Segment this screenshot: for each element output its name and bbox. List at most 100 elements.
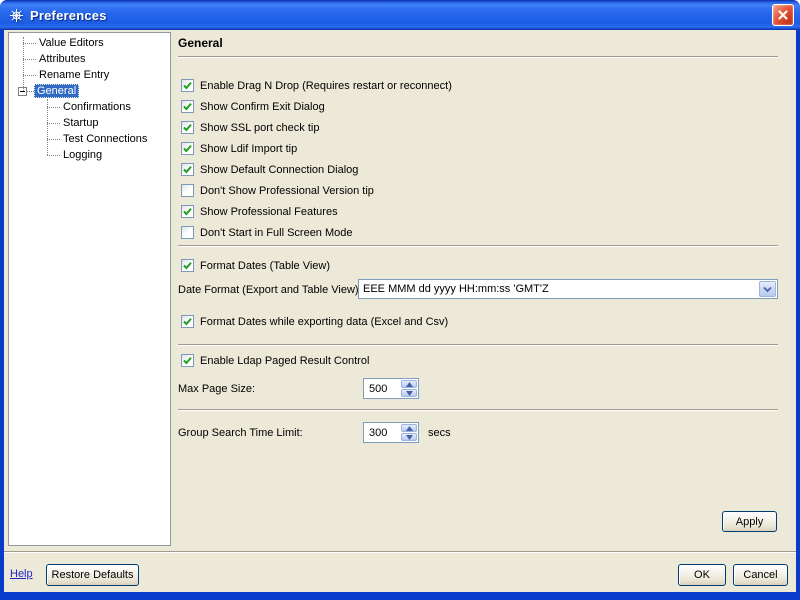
titlebar: Preferences	[0, 0, 800, 30]
tree-item[interactable]: Confirmations	[9, 99, 170, 115]
arrow-up-icon	[406, 426, 413, 431]
spinner-value[interactable]: 500	[364, 379, 400, 398]
checkbox-row: Show Default Connection Dialog	[181, 159, 452, 180]
apply-button[interactable]: Apply	[722, 511, 777, 532]
tree-connector	[47, 155, 60, 156]
spinner-buttons	[401, 380, 417, 397]
check-icon	[182, 80, 193, 91]
checkbox-row: Show SSL port check tip	[181, 117, 452, 138]
tree-item[interactable]: Attributes	[9, 51, 170, 67]
spinner-value[interactable]: 300	[364, 423, 400, 442]
tree-item[interactable]: Test Connections	[9, 131, 170, 147]
help-link[interactable]: Help	[10, 568, 33, 580]
export-dates-row: Format Dates while exporting data (Excel…	[181, 311, 448, 332]
max-page-size-label: Max Page Size:	[178, 382, 255, 396]
ok-button[interactable]: OK	[678, 564, 726, 586]
tree-item-label[interactable]: Attributes	[36, 52, 88, 66]
section-separator	[178, 344, 778, 346]
checkbox-row: Enable Drag N Drop (Requires restart or …	[181, 75, 452, 96]
checkbox-label: Enable Ldap Paged Result Control	[200, 354, 369, 368]
checkbox-label: Don't Show Professional Version tip	[200, 185, 374, 197]
secs-unit-label: secs	[428, 426, 451, 440]
tree-item-label[interactable]: Startup	[60, 116, 101, 130]
tree-connector	[23, 43, 36, 44]
combobox-value: EEE MMM dd yyyy HH:mm:ss 'GMT'Z	[359, 283, 759, 295]
tree-item-label[interactable]: Rename Entry	[36, 68, 112, 82]
tree-item[interactable]: General	[9, 83, 170, 99]
tree-item[interactable]: Logging	[9, 147, 170, 163]
checkbox-label: Show Professional Features	[200, 206, 338, 218]
check-icon	[182, 101, 193, 112]
check-icon	[182, 206, 193, 217]
tree-item-label[interactable]: Logging	[60, 148, 105, 162]
settings-tree: Value Editors Attributes Rename Entry Ge…	[9, 33, 170, 163]
format-dates-row: Format Dates (Table View)	[181, 255, 330, 276]
tree-rail	[47, 99, 48, 155]
paged-result-checkbox[interactable]	[181, 354, 194, 367]
window-title: Preferences	[30, 8, 107, 23]
checkbox-row: Don't Show Professional Version tip	[181, 180, 452, 201]
tree-connector	[23, 59, 36, 60]
arrow-down-icon	[406, 391, 413, 396]
option-checkbox[interactable]	[181, 100, 194, 113]
tree-item-label[interactable]: Confirmations	[60, 100, 134, 114]
check-icon	[182, 260, 193, 271]
check-icon	[182, 122, 193, 133]
checkbox-label: Show Default Connection Dialog	[200, 164, 358, 176]
app-icon	[8, 7, 24, 23]
checkbox-label: Show SSL port check tip	[200, 122, 319, 134]
secs-unit-row: secs	[428, 422, 451, 443]
page-title: General	[178, 36, 223, 50]
chevron-down-icon	[763, 286, 772, 293]
paged-result-row: Enable Ldap Paged Result Control	[181, 350, 369, 371]
max-page-size-label-row: Max Page Size:	[178, 378, 255, 399]
cancel-button[interactable]: Cancel	[733, 564, 788, 586]
group-search-time-limit-spinner[interactable]: 300	[363, 422, 419, 443]
tree-item-label[interactable]: Value Editors	[36, 36, 107, 50]
settings-nav-panel: Value Editors Attributes Rename Entry Ge…	[8, 32, 171, 546]
option-checkbox[interactable]	[181, 79, 194, 92]
max-page-size-spinner[interactable]: 500	[363, 378, 419, 399]
date-format-label: Date Format (Export and Table View):	[178, 283, 362, 297]
checkbox-row: Don't Start in Full Screen Mode	[181, 222, 452, 243]
checkbox-label: Enable Drag N Drop (Requires restart or …	[200, 80, 452, 92]
close-button[interactable]	[772, 4, 794, 26]
tree-connector	[27, 91, 34, 92]
checkbox-label: Show Confirm Exit Dialog	[200, 101, 325, 113]
restore-defaults-button[interactable]: Restore Defaults	[46, 564, 139, 586]
date-format-combobox[interactable]: EEE MMM dd yyyy HH:mm:ss 'GMT'Z	[358, 279, 778, 299]
format-dates-checkbox[interactable]	[181, 259, 194, 272]
tree-item[interactable]: Startup	[9, 115, 170, 131]
tree-item-label[interactable]: Test Connections	[60, 132, 150, 146]
checkbox-row: Show Professional Features	[181, 201, 452, 222]
option-checkbox[interactable]	[181, 226, 194, 239]
tree-connector	[47, 107, 60, 108]
option-checkbox[interactable]	[181, 205, 194, 218]
close-icon	[777, 9, 789, 21]
arrow-up-icon	[406, 382, 413, 387]
spinner-down-button[interactable]	[401, 433, 417, 441]
section-separator	[178, 245, 778, 247]
spinner-down-button[interactable]	[401, 389, 417, 397]
checkbox-row: Show Confirm Exit Dialog	[181, 96, 452, 117]
export-dates-checkbox[interactable]	[181, 315, 194, 328]
tree-item-label[interactable]: General	[34, 84, 79, 98]
tree-connector	[47, 123, 60, 124]
option-checkbox[interactable]	[181, 184, 194, 197]
option-checkbox[interactable]	[181, 142, 194, 155]
combobox-dropdown-button[interactable]	[759, 281, 776, 297]
check-icon	[182, 143, 193, 154]
tree-connector	[23, 75, 36, 76]
tree-item[interactable]: Value Editors	[9, 35, 170, 51]
section-separator	[178, 409, 778, 411]
tree-item[interactable]: Rename Entry	[9, 67, 170, 83]
option-checkbox[interactable]	[181, 163, 194, 176]
footer-separator	[4, 551, 796, 553]
tree-rail	[23, 37, 24, 91]
option-checkbox[interactable]	[181, 121, 194, 134]
group-search-label-row: Group Search Time Limit:	[178, 422, 303, 443]
spinner-up-button[interactable]	[401, 424, 417, 432]
spinner-up-button[interactable]	[401, 380, 417, 388]
general-options-group: Enable Drag N Drop (Requires restart or …	[181, 75, 452, 243]
checkbox-label: Format Dates (Table View)	[200, 259, 330, 273]
